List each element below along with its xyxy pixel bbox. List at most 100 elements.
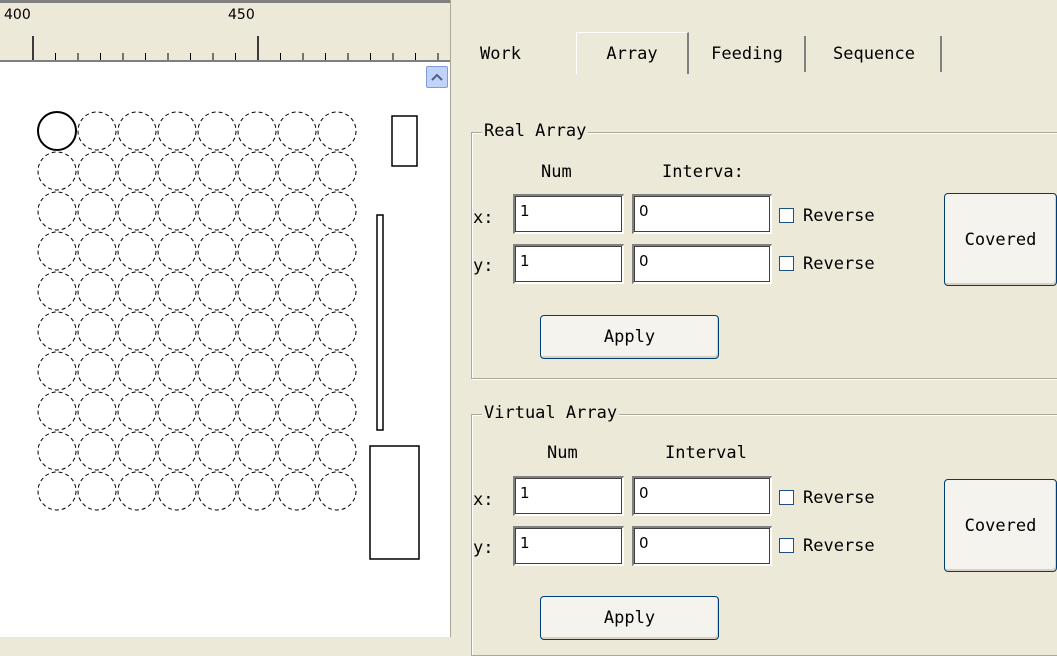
array-cell-circle bbox=[157, 351, 197, 391]
reverse-label: Reverse bbox=[803, 488, 875, 508]
array-origin-circle bbox=[37, 111, 77, 151]
splitter[interactable] bbox=[450, 0, 468, 637]
array-cell-circle bbox=[77, 311, 117, 351]
canvas-area[interactable]: 400 450 bbox=[0, 0, 450, 637]
real-x-interval-field[interactable]: 0 bbox=[632, 194, 772, 234]
array-cell-circle bbox=[117, 351, 157, 391]
ruler-label-450: 450 bbox=[228, 7, 255, 23]
array-cell-circle bbox=[157, 311, 197, 351]
virtual-apply-button[interactable]: Apply bbox=[540, 596, 719, 640]
array-cell-circle bbox=[317, 271, 357, 311]
real-apply-button[interactable]: Apply bbox=[540, 315, 719, 359]
array-cell-circle bbox=[317, 431, 357, 471]
real-y-reverse-checkbox[interactable] bbox=[779, 256, 794, 271]
tab-sequence[interactable]: Sequence bbox=[808, 36, 942, 72]
tab-feeding[interactable]: Feeding bbox=[690, 36, 806, 72]
tab-array[interactable]: Array bbox=[576, 32, 689, 74]
virtual-y-num-field[interactable]: 1 bbox=[513, 526, 624, 566]
array-cell-circle bbox=[77, 351, 117, 391]
array-cell-circle bbox=[197, 271, 237, 311]
virtual-x-num-field[interactable]: 1 bbox=[513, 476, 624, 516]
array-cell-circle bbox=[157, 471, 197, 511]
array-cell-circle bbox=[77, 231, 117, 271]
x-label: x: bbox=[473, 490, 494, 510]
array-cell-circle bbox=[277, 471, 317, 511]
tab-label: Work bbox=[480, 44, 521, 64]
array-cell-circle bbox=[197, 231, 237, 271]
interval-header: Interva: bbox=[662, 162, 744, 182]
array-cell-circle bbox=[277, 151, 317, 191]
array-cell-circle bbox=[117, 231, 157, 271]
y-label: y: bbox=[473, 538, 494, 558]
array-cell-circle bbox=[197, 311, 237, 351]
array-cell-circle bbox=[277, 351, 317, 391]
tab-label: Feeding bbox=[711, 44, 783, 64]
array-cell-circle bbox=[77, 111, 117, 151]
array-cell-circle bbox=[37, 391, 77, 431]
array-cell-circle bbox=[77, 431, 117, 471]
real-x-num-field[interactable]: 1 bbox=[513, 194, 624, 234]
array-cell-circle bbox=[317, 311, 357, 351]
array-cell-circle bbox=[37, 471, 77, 511]
ruler-ticks bbox=[32, 36, 439, 60]
array-cell-circle bbox=[157, 271, 197, 311]
horizontal-ruler: 400 450 bbox=[0, 0, 450, 62]
virtual-covered-button[interactable]: Covered bbox=[944, 479, 1057, 572]
array-cell-circle bbox=[237, 151, 277, 191]
reverse-label: Reverse bbox=[803, 536, 875, 556]
array-cell-circle bbox=[277, 231, 317, 271]
array-cell-circle bbox=[197, 351, 237, 391]
array-cell-circle bbox=[237, 231, 277, 271]
array-cell-circle bbox=[237, 111, 277, 151]
array-cell-circle bbox=[117, 151, 157, 191]
indicator-large-rect bbox=[369, 445, 420, 560]
num-header: Num bbox=[547, 443, 578, 463]
array-cell-circle bbox=[237, 351, 277, 391]
real-y-interval-field[interactable]: 0 bbox=[632, 244, 772, 284]
array-preview bbox=[37, 111, 420, 560]
num-header: Num bbox=[541, 162, 572, 182]
array-cell-circle bbox=[277, 431, 317, 471]
array-cell-circle bbox=[157, 431, 197, 471]
virtual-x-interval-field[interactable]: 0 bbox=[632, 476, 772, 516]
array-cell-circle bbox=[197, 191, 237, 231]
array-cell-circle bbox=[157, 231, 197, 271]
properties-panel: Work Array Feeding Sequence Real Array N… bbox=[468, 0, 1057, 656]
array-cell-circle bbox=[157, 191, 197, 231]
array-cell-circle bbox=[157, 391, 197, 431]
tab-work[interactable]: Work bbox=[480, 36, 572, 72]
x-label: x: bbox=[473, 208, 494, 228]
array-cell-circle bbox=[77, 151, 117, 191]
scroll-up-button[interactable] bbox=[426, 66, 448, 88]
array-cell-circle bbox=[77, 391, 117, 431]
interval-header: Interval bbox=[665, 443, 747, 463]
array-cell-circle bbox=[197, 391, 237, 431]
array-cell-circle bbox=[117, 471, 157, 511]
array-cell-circle bbox=[237, 391, 277, 431]
array-cell-circle bbox=[117, 271, 157, 311]
virtual-y-interval-field[interactable]: 0 bbox=[632, 526, 772, 566]
array-cell-circle bbox=[317, 351, 357, 391]
array-cell-circle bbox=[77, 471, 117, 511]
array-cell-circle bbox=[197, 151, 237, 191]
array-cell-circle bbox=[277, 111, 317, 151]
array-cell-circle bbox=[157, 111, 197, 151]
array-cell-circle bbox=[157, 151, 197, 191]
real-x-reverse-checkbox[interactable] bbox=[779, 208, 794, 223]
array-cell-circle bbox=[37, 231, 77, 271]
array-cell-circle bbox=[277, 271, 317, 311]
array-cell-circle bbox=[317, 111, 357, 151]
tab-label: Array bbox=[606, 43, 658, 64]
array-cell-circle bbox=[197, 431, 237, 471]
array-cell-circle bbox=[37, 271, 77, 311]
real-y-num-field[interactable]: 1 bbox=[513, 244, 624, 284]
array-cell-circle bbox=[237, 191, 277, 231]
virtual-y-reverse-checkbox[interactable] bbox=[779, 538, 794, 553]
array-cell-circle bbox=[117, 111, 157, 151]
virtual-x-reverse-checkbox[interactable] bbox=[779, 490, 794, 505]
real-covered-button[interactable]: Covered bbox=[944, 193, 1057, 286]
array-cell-circle bbox=[277, 391, 317, 431]
virtual-array-title: Virtual Array bbox=[482, 403, 620, 423]
array-cell-circle bbox=[37, 191, 77, 231]
array-cell-circle bbox=[117, 391, 157, 431]
